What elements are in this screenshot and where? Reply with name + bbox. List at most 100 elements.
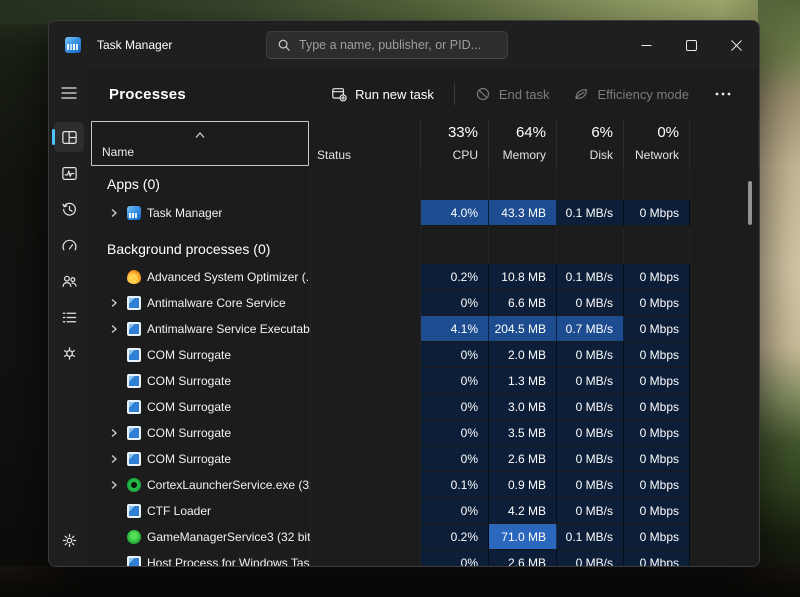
- column-header-network[interactable]: 0% Network: [624, 119, 690, 168]
- group-header-row[interactable]: Background processes (0): [89, 226, 759, 264]
- column-header-status[interactable]: Status: [311, 119, 421, 168]
- process-name: COM Surrogate: [147, 374, 231, 388]
- sidebar-item-performance[interactable]: [49, 155, 89, 191]
- process-row[interactable]: COM Surrogate 0% 1.3 MB 0 MB/s 0 Mbps: [89, 368, 759, 394]
- process-row[interactable]: COM Surrogate 0% 2.0 MB 0 MB/s 0 Mbps: [89, 342, 759, 368]
- search-box[interactable]: [266, 31, 508, 59]
- process-name: Host Process for Windows Tas: [147, 556, 310, 566]
- prohibition-icon: [475, 86, 491, 102]
- memory-total-usage: 64%: [516, 124, 546, 141]
- cell-cpu: 0.1%: [421, 472, 489, 498]
- details-icon: [61, 309, 78, 326]
- wallpaper-left: [0, 0, 50, 597]
- cell-memory: 43.3 MB: [489, 200, 557, 226]
- column-header-name[interactable]: Name: [91, 121, 309, 166]
- cell-status: [311, 342, 421, 368]
- process-row[interactable]: Antimalware Core Service 0% 6.6 MB 0 MB/…: [89, 290, 759, 316]
- process-icon: [127, 504, 141, 518]
- column-label-network: Network: [635, 148, 679, 162]
- process-row[interactable]: GameManagerService3 (32 bit) 0.2% 71.0 M…: [89, 524, 759, 550]
- cell-cpu: 0%: [421, 446, 489, 472]
- cell-status: [311, 290, 421, 316]
- end-task-button[interactable]: End task: [467, 80, 558, 108]
- process-row[interactable]: Host Process for Windows Tas 0% 2.6 MB 0…: [89, 550, 759, 566]
- expand-chevron-icon[interactable]: [107, 454, 121, 464]
- cell-disk: 0.1 MB/s: [557, 524, 624, 550]
- processes-page: Processes Run new task End task Efficien…: [89, 69, 759, 566]
- column-header-cpu[interactable]: 33% CPU: [421, 119, 489, 168]
- cell-cpu: 0%: [421, 342, 489, 368]
- cell-network: 0 Mbps: [624, 264, 690, 290]
- expand-chevron-icon[interactable]: [107, 480, 121, 490]
- vertical-scrollbar[interactable]: [748, 181, 752, 225]
- process-row[interactable]: COM Surrogate 0% 3.5 MB 0 MB/s 0 Mbps: [89, 420, 759, 446]
- cell-filler: [690, 290, 759, 316]
- process-row[interactable]: Task Manager 4.0% 43.3 MB 0.1 MB/s 0 Mbp…: [89, 200, 759, 226]
- close-button[interactable]: [714, 28, 759, 62]
- process-name-cell: GameManagerService3 (32 bit): [89, 524, 311, 550]
- process-name: Antimalware Core Service: [147, 296, 286, 310]
- group-header-label: Apps (0): [107, 176, 160, 192]
- cell-network: 0 Mbps: [624, 316, 690, 342]
- titlebar[interactable]: Task Manager: [49, 21, 759, 69]
- cell-memory: 1.3 MB: [489, 368, 557, 394]
- maximize-button[interactable]: [669, 28, 714, 62]
- sidebar-item-services[interactable]: [49, 335, 89, 371]
- process-row[interactable]: COM Surrogate 0% 2.6 MB 0 MB/s 0 Mbps: [89, 446, 759, 472]
- sidebar-item-settings[interactable]: [49, 524, 89, 556]
- expand-chevron-icon[interactable]: [107, 428, 121, 438]
- more-options-button[interactable]: [705, 86, 741, 102]
- process-name-cell: Host Process for Windows Tas: [89, 550, 311, 566]
- sidebar-item-processes[interactable]: [49, 119, 89, 155]
- process-row[interactable]: CTF Loader 0% 4.2 MB 0 MB/s 0 Mbps: [89, 498, 759, 524]
- services-icon: [61, 345, 78, 362]
- cell-network: 0 Mbps: [624, 420, 690, 446]
- cell-filler: [690, 446, 759, 472]
- efficiency-mode-button[interactable]: Efficiency mode: [565, 80, 697, 108]
- process-name: GameManagerService3 (32 bit): [147, 530, 310, 544]
- process-row[interactable]: Advanced System Optimizer (... 0.2% 10.8…: [89, 264, 759, 290]
- cell-network: 0 Mbps: [624, 472, 690, 498]
- process-icon: [127, 556, 141, 566]
- minimize-button[interactable]: [624, 28, 669, 62]
- cell-status: [311, 420, 421, 446]
- navigation-menu-button[interactable]: [49, 77, 89, 109]
- search-input[interactable]: [299, 38, 497, 52]
- cell-status: [311, 524, 421, 550]
- process-icon: [127, 452, 141, 466]
- cell-cpu: 0.2%: [421, 524, 489, 550]
- process-name-cell: COM Surrogate: [89, 446, 311, 472]
- process-row[interactable]: CortexLauncherService.exe (32 ... 0.1% 0…: [89, 472, 759, 498]
- cell-cpu: 4.1%: [421, 316, 489, 342]
- cell-cpu: 0%: [421, 550, 489, 566]
- sidebar-item-startup-apps[interactable]: [49, 227, 89, 263]
- process-table: Name Status 33% CPU 64% Memory 6%: [89, 119, 759, 566]
- expand-chevron-icon[interactable]: [107, 208, 121, 218]
- startup-apps-icon: [61, 237, 78, 254]
- end-task-label: End task: [499, 87, 550, 102]
- cell-status: [311, 472, 421, 498]
- process-name-cell: COM Surrogate: [89, 368, 311, 394]
- cell-memory: 204.5 MB: [489, 316, 557, 342]
- process-row[interactable]: Antimalware Service Executable 4.1% 204.…: [89, 316, 759, 342]
- cell-filler: [690, 550, 759, 566]
- process-name: COM Surrogate: [147, 348, 231, 362]
- processes-icon: [61, 129, 78, 146]
- process-icon: [127, 206, 141, 220]
- process-row[interactable]: COM Surrogate 0% 3.0 MB 0 MB/s 0 Mbps: [89, 394, 759, 420]
- selected-accent-bar: [52, 129, 55, 145]
- expand-chevron-icon[interactable]: [107, 298, 121, 308]
- command-bar-separator: [454, 83, 455, 105]
- column-header-memory[interactable]: 64% Memory: [489, 119, 557, 168]
- sidebar-item-app-history[interactable]: [49, 191, 89, 227]
- expand-chevron-icon[interactable]: [107, 324, 121, 334]
- cell-memory: 0.9 MB: [489, 472, 557, 498]
- cell-disk: 0 MB/s: [557, 472, 624, 498]
- process-name-cell: COM Surrogate: [89, 420, 311, 446]
- sidebar-item-details[interactable]: [49, 299, 89, 335]
- run-new-task-button[interactable]: Run new task: [323, 80, 442, 108]
- sidebar-item-users[interactable]: [49, 263, 89, 299]
- cell-memory: 71.0 MB: [489, 524, 557, 550]
- group-header-row[interactable]: Apps (0): [89, 168, 759, 200]
- column-header-disk[interactable]: 6% Disk: [557, 119, 624, 168]
